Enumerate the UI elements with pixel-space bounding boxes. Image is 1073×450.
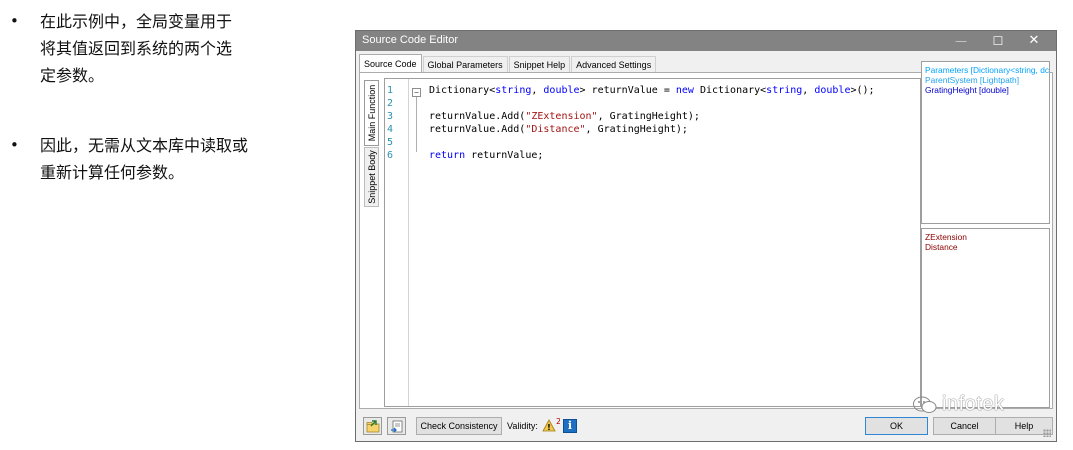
collapse-icon[interactable]: − [412,88,421,97]
side-tab-snippet-body[interactable]: Snippet Body [364,147,379,207]
line-number: 2 [387,98,394,109]
minimize-button[interactable]: — [946,31,976,51]
bullet-item: • 在此示例中，全局变量用于 将其值返回到系统的两个选 定参数。 [8,8,310,89]
code-token: , [531,85,544,96]
line-number: 5 [387,137,394,148]
source-code-editor-window: Source Code Editor — ☐ ✕ Source Code Glo… [355,30,1057,442]
watermark-text: infotek [942,393,1005,415]
code-token: , [802,85,815,96]
resize-grip[interactable] [1043,429,1051,437]
code-token: Dictionary< [429,85,496,96]
code-keyword: return [429,150,466,161]
cancel-button[interactable]: Cancel [933,417,996,435]
code-token: , GratingHeight); [585,124,688,135]
parameter-list-item[interactable]: ParentSystem [Lightpath] [922,75,1049,85]
maximize-button[interactable]: ☐ [983,31,1013,51]
side-tab-label: Snippet Body [366,150,377,204]
warning-icon[interactable]: ! 2 [542,416,561,434]
line-number: 3 [387,111,394,122]
tab-advanced-settings[interactable]: Advanced Settings [571,56,657,72]
side-tab-label: Main Function [366,84,377,142]
code-token: >(); [850,85,875,96]
bullet-text: 在此示例中，全局变量用于 将其值返回到系统的两个选 定参数。 [40,12,233,85]
fold-margin: − [411,79,423,406]
parameter-list[interactable]: Parameters [Dictionary<string, dc Parent… [921,61,1050,224]
code-keyword: string [766,85,803,96]
bottom-toolbar: Check Consistency Validity: ! 2 i OK Can… [359,413,1053,439]
parameter-list-item[interactable]: Parameters [Dictionary<string, dc [922,65,1049,75]
code-keyword: new [675,85,694,96]
wechat-logo-icon [913,396,937,413]
code-token: returnValue.Add( [429,111,526,122]
title-bar[interactable]: Source Code Editor — ☐ ✕ [356,31,1056,51]
bullet-marker: • [10,136,19,154]
export-snippet-button[interactable] [387,417,406,435]
svg-text:!: ! [547,423,551,432]
bullet-text: 因此，无需从文本库中读取或 重新计算任何参数。 [40,136,249,182]
bullet-item: • 因此，无需从文本库中读取或 重新计算任何参数。 [8,132,310,186]
code-editor[interactable]: 1 2 3 4 5 6 − Dictionary<string, double>… [384,78,921,407]
code-token: Dictionary< [693,85,767,96]
return-value-list[interactable]: ZExtension Distance [921,228,1050,408]
close-button[interactable]: ✕ [1019,31,1049,51]
line-number: 6 [387,150,394,161]
import-snippet-button[interactable] [363,417,382,435]
line-number: 1 [387,85,394,96]
code-token: returnValue; [465,150,544,161]
code-token: , GratingHeight); [597,111,700,122]
line-number-gutter: 1 2 3 4 5 6 [385,79,409,406]
code-token: > returnValue = [579,85,676,96]
side-tab-main-function[interactable]: Main Function [364,80,379,146]
code-keyword: string [495,85,532,96]
code-keyword: double [543,85,580,96]
parameter-list-item[interactable]: GratingHeight [double] [922,85,1049,95]
fold-guide-line [416,97,417,152]
code-line: Dictionary<string, double> returnValue =… [429,84,875,97]
code-token: returnValue.Add( [429,124,526,135]
code-line: return returnValue; [429,149,543,162]
info-icon[interactable]: i [563,419,577,433]
window-title: Source Code Editor [362,34,458,46]
check-consistency-button[interactable]: Check Consistency [416,417,502,435]
code-string: "ZExtension" [525,111,598,122]
ok-button[interactable]: OK [865,417,928,435]
import-icon [366,420,380,433]
warning-count: 2 [556,417,560,426]
code-keyword: double [814,85,851,96]
tab-strip: Source Code Global Parameters Snippet He… [359,54,657,72]
info-icon-glyph: i [567,419,573,432]
bullet-marker: • [10,12,19,30]
tab-global-parameters[interactable]: Global Parameters [422,56,508,72]
export-icon [391,420,403,433]
line-number: 4 [387,124,394,135]
tab-source-code[interactable]: Source Code [359,54,422,72]
code-line: returnValue.Add("Distance", GratingHeigh… [429,123,688,136]
return-value-item[interactable]: ZExtension [922,232,1049,242]
infotek-watermark: infotek [912,393,1004,416]
validity-label: Validity: [507,421,538,431]
code-string: "Distance" [525,124,586,135]
tab-snippet-help[interactable]: Snippet Help [508,56,571,72]
return-value-item[interactable]: Distance [922,242,1049,252]
code-line: returnValue.Add("ZExtension", GratingHei… [429,110,700,123]
